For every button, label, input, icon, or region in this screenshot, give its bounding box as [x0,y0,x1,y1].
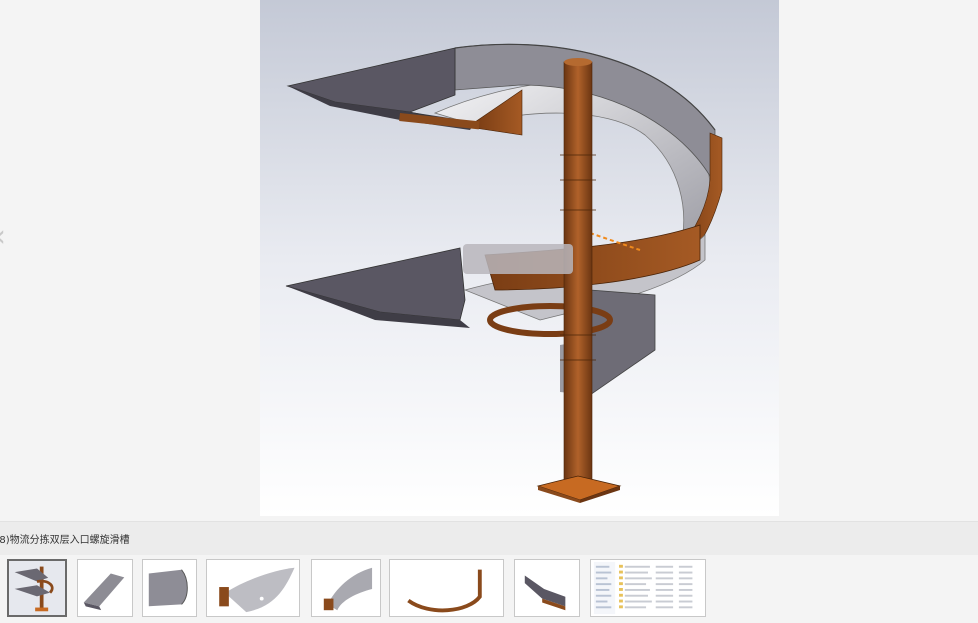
caption-bar: /8)物流分拣双层入口螺旋滑槽 [0,521,978,556]
blurred-overlay [463,244,573,274]
thumbnail-curved-guard-part[interactable] [311,559,381,617]
thumbnail-file-list-screenshot[interactable] [590,559,706,617]
thumbnail-inlet-plate-part[interactable] [77,559,133,617]
chevron-left-icon[interactable]: ‹ [0,222,12,252]
thumbnail-spiral-chute-assembly[interactable] [7,559,67,617]
image-caption: /8)物流分拣双层入口螺旋滑槽 [0,535,130,546]
central-column [563,61,593,493]
thumbnail-strip [0,555,978,623]
thumbnail-spiral-slide-plate-part[interactable] [206,559,300,617]
main-image [260,0,779,516]
thumbnail-arc-rail-part[interactable] [389,559,504,617]
image-viewer: ‹ [0,0,978,521]
spiral-chute-render [260,0,779,516]
thumbnail-curved-wall-part[interactable] [142,559,197,617]
thumbnail-bracket-part[interactable] [514,559,580,617]
